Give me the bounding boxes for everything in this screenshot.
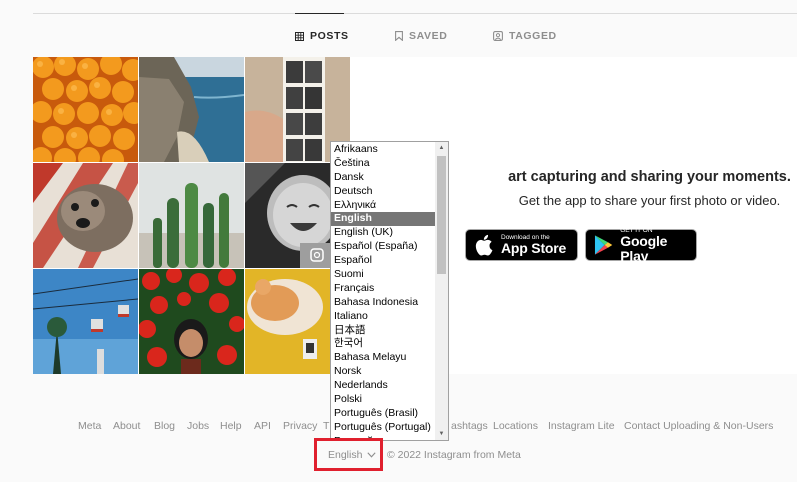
language-option[interactable]: Afrikaans [331, 143, 436, 157]
tab-saved-label: SAVED [409, 30, 448, 42]
language-option[interactable]: Čeština [331, 157, 436, 171]
photo-coastline [139, 57, 244, 162]
apple-icon [475, 234, 493, 256]
language-option[interactable]: Ελληνικά [331, 199, 436, 213]
footer-link-meta[interactable]: Meta [78, 420, 101, 432]
language-option[interactable]: Polski [331, 393, 436, 407]
language-option[interactable]: Español (España) [331, 240, 436, 254]
language-option[interactable]: English (UK) [331, 226, 436, 240]
language-option[interactable]: Bahasa Melayu [331, 351, 436, 365]
footer-link-about[interactable]: About [113, 420, 140, 432]
tab-posts-label: POSTS [310, 30, 349, 42]
tab-tagged[interactable]: TAGGED [493, 30, 557, 42]
scroll-down-icon[interactable]: ▼ [435, 428, 448, 440]
footer-link-locations[interactable]: Locations [493, 420, 538, 432]
footer-link-privacy[interactable]: Privacy [283, 420, 317, 432]
language-dropdown-list[interactable]: Afrikaans Čeština Dansk Deutsch Ελληνικά Engl… [330, 141, 449, 441]
tab-saved[interactable]: SAVED [395, 30, 447, 42]
language-option[interactable]: Deutsch [331, 185, 436, 199]
highlight-box [314, 438, 383, 471]
bookmark-icon [395, 31, 403, 41]
dropdown-scrollbar[interactable]: ▲ ▼ [435, 142, 448, 440]
google-play-big-text: Google Play [620, 232, 668, 264]
footer-link-blog[interactable]: Blog [154, 420, 175, 432]
language-option[interactable]: Italiano [331, 310, 436, 324]
scroll-up-icon[interactable]: ▲ [435, 142, 448, 154]
active-tab-indicator [295, 13, 344, 14]
language-option[interactable]: English [331, 212, 436, 227]
scrollbar-thumb[interactable] [437, 156, 446, 274]
language-option[interactable]: 한국어 [331, 337, 436, 351]
tab-posts[interactable]: POSTS [295, 30, 349, 42]
footer-link-terms-partial[interactable]: T [323, 420, 329, 432]
grid-icon [295, 31, 304, 41]
language-option[interactable]: Português (Brasil) [331, 407, 436, 421]
footer-link-contact-uploading[interactable]: Contact Uploading & Non-Users [624, 420, 773, 432]
footer-link-help[interactable]: Help [220, 420, 242, 432]
app-store-button[interactable]: Download on the App Store [465, 229, 578, 261]
photo-amusement-ride [33, 269, 138, 374]
language-option[interactable]: Nederlands [331, 379, 436, 393]
language-option[interactable]: Português (Portugal) [331, 421, 436, 435]
copyright-text: © 2022 Instagram from Meta [387, 449, 521, 461]
language-options: Afrikaans Čeština Dansk Deutsch Ελληνικά Engl… [331, 143, 436, 440]
language-option[interactable]: Español [331, 254, 436, 268]
footer-link-api[interactable]: API [254, 420, 271, 432]
footer-link-jobs[interactable]: Jobs [187, 420, 209, 432]
photo-cactus [139, 163, 244, 268]
language-option[interactable]: Français [331, 282, 436, 296]
footer-link-hashtags[interactable]: ashtags [451, 420, 488, 432]
profile-tabs: POSTS SAVED TAGGED [0, 30, 797, 44]
language-option[interactable]: Norsk [331, 365, 436, 379]
footer-link-instagram-lite[interactable]: Instagram Lite [548, 420, 615, 432]
footer-bottom: English © 2022 Instagram from Meta [0, 449, 797, 462]
photo-oranges [33, 57, 138, 162]
google-play-button[interactable]: GET IT ON Google Play [585, 227, 697, 264]
photo-red-flowers [139, 269, 244, 374]
app-store-big-text: App Store [501, 240, 567, 256]
tab-tagged-label: TAGGED [509, 30, 557, 42]
language-option[interactable]: 日本語 [331, 324, 436, 338]
language-option[interactable]: Bahasa Indonesia [331, 296, 436, 310]
tag-icon [493, 31, 503, 41]
language-option[interactable]: Dansk [331, 171, 436, 185]
sample-photo-grid [33, 57, 350, 374]
google-play-icon [594, 235, 613, 255]
photo-dog [33, 163, 138, 268]
language-option[interactable]: Suomi [331, 268, 436, 282]
tabs-divider [33, 13, 797, 14]
